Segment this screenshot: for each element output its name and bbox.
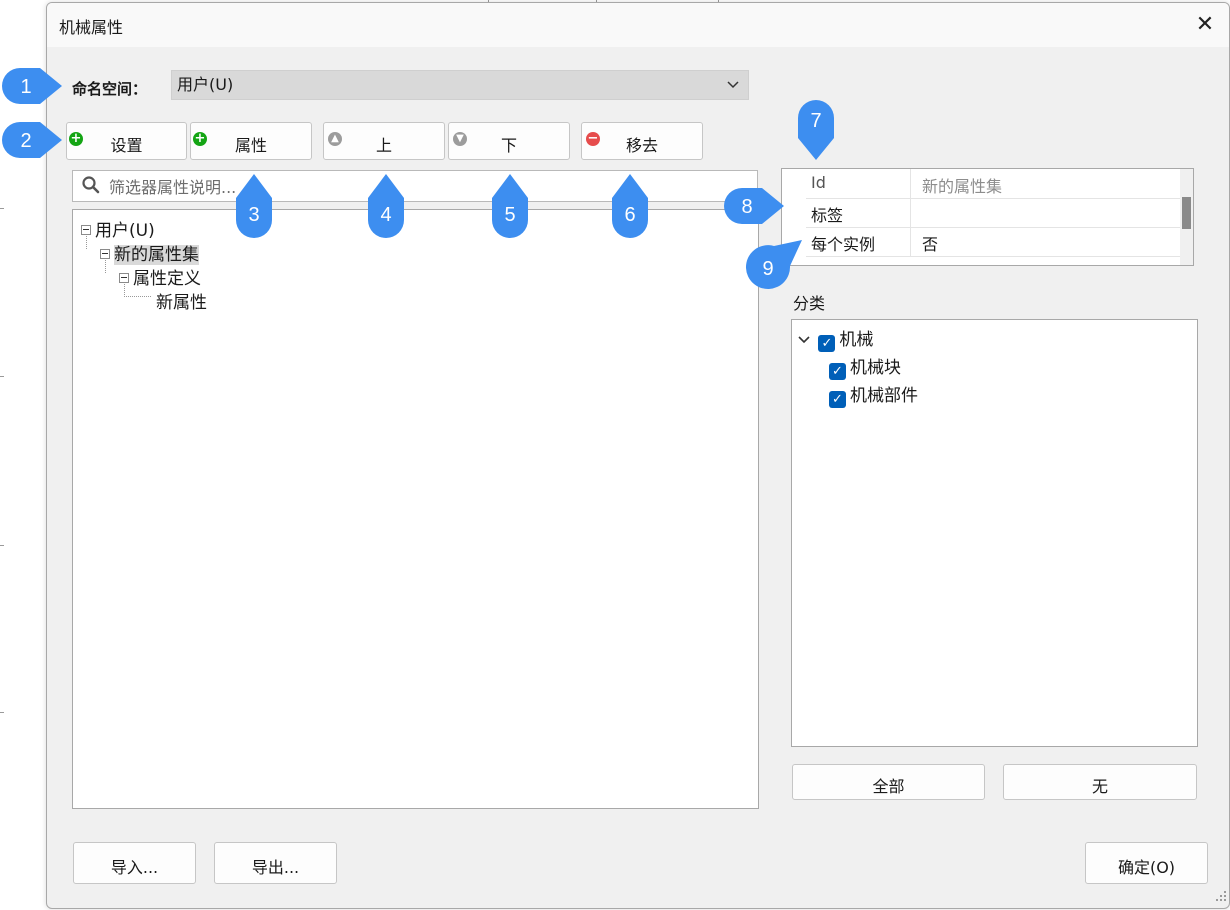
column-divider <box>910 198 911 227</box>
chevron-down-icon <box>726 72 740 108</box>
background-line <box>0 545 4 546</box>
check-icon[interactable]: ✓ <box>818 335 836 352</box>
setup-button-label: 设置 <box>110 136 143 155</box>
tree-node-label: 用户(U) <box>95 221 155 241</box>
check-icon[interactable]: ✓ <box>829 391 846 408</box>
callout-number: 2 <box>20 130 31 152</box>
mechanical-properties-dialog: 机械属性 ✕ 命名空间： 用户(U) + 设置 + 属性 ▲ 上 ▼ 下 − 移… <box>46 2 1230 909</box>
move-up-button-label: 上 <box>375 136 392 155</box>
move-down-button-label: 下 <box>500 136 517 155</box>
check-icon[interactable]: ✓ <box>829 363 846 380</box>
add-property-button[interactable]: + 属性 <box>190 122 312 160</box>
close-icon: ✕ <box>1195 12 1215 37</box>
search-icon <box>81 175 101 199</box>
callout-number: 8 <box>741 196 752 218</box>
select-none-button[interactable]: 无 <box>1003 764 1197 800</box>
dialog-title: 机械属性 <box>59 18 124 37</box>
tree-node-property-set[interactable]: 新的属性集 <box>100 240 199 265</box>
ok-button-label: 确定(O) <box>1117 858 1176 877</box>
setup-button[interactable]: + 设置 <box>66 122 187 160</box>
callout-marker-2: 2 <box>2 122 62 158</box>
select-none-button-label: 无 <box>1091 777 1108 796</box>
export-button[interactable]: 导出... <box>214 842 337 884</box>
tree-node-property-definition[interactable]: 属性定义 <box>119 264 201 289</box>
tree-connector <box>124 296 151 297</box>
background-line <box>0 376 4 377</box>
callout-marker-8: 8 <box>724 188 784 224</box>
column-divider <box>910 227 911 256</box>
resize-grip-icon[interactable] <box>1215 887 1227 906</box>
category-item-mechanical-block[interactable]: ✓ 机械块 <box>829 353 901 380</box>
move-up-button[interactable]: ▲ 上 <box>323 122 445 160</box>
property-key: Id <box>811 173 826 192</box>
tree-node-label: 属性定义 <box>133 269 201 289</box>
property-value: 新的属性集 <box>922 177 1003 196</box>
filter-box <box>72 170 758 202</box>
callout-marker-4: 4 <box>368 174 404 238</box>
import-button[interactable]: 导入... <box>73 842 196 884</box>
property-grid: Id 新的属性集 标签 每个实例 否 <box>781 168 1194 266</box>
property-row-partial <box>806 256 1182 265</box>
collapse-icon[interactable] <box>81 225 91 235</box>
callout-number: 9 <box>762 258 773 280</box>
callout-number: 6 <box>624 204 635 226</box>
property-row-label[interactable]: 标签 <box>806 198 1182 228</box>
callout-marker-6: 6 <box>612 174 648 238</box>
tree-node-label: 新属性 <box>156 293 207 313</box>
title-bar: 机械属性 ✕ <box>47 3 1229 47</box>
category-item-mechanical[interactable]: ✓ 机械 <box>797 325 873 352</box>
column-divider <box>910 169 911 198</box>
select-all-button[interactable]: 全部 <box>792 764 985 800</box>
property-value: 否 <box>922 235 939 254</box>
property-grid-scrollbar[interactable] <box>1180 169 1193 265</box>
add-property-button-label: 属性 <box>234 136 267 155</box>
namespace-value: 用户(U) <box>177 75 234 94</box>
property-tree: 用户(U) 新的属性集 属性定义 新属性 <box>72 209 759 809</box>
property-row-per-instance[interactable]: 每个实例 否 <box>806 227 1182 257</box>
category-item-label: 机械 <box>839 330 874 350</box>
callout-marker-1: 1 <box>2 68 62 104</box>
callout-number: 3 <box>248 204 259 226</box>
select-all-button-label: 全部 <box>872 777 905 796</box>
namespace-dropdown[interactable]: 用户(U) <box>171 70 749 100</box>
callout-marker-9: 9 <box>745 240 802 290</box>
callout-marker-3: 3 <box>236 174 272 238</box>
callout-marker-7: 7 <box>798 100 834 160</box>
tree-node-root[interactable]: 用户(U) <box>81 216 155 241</box>
callout-number: 4 <box>380 204 391 226</box>
tree-node-new-property[interactable]: 新属性 <box>156 288 207 313</box>
remove-button-label: 移去 <box>625 136 658 155</box>
category-list: ✓ 机械 ✓ 机械块 ✓ 机械部件 <box>791 319 1198 747</box>
category-item-label: 机械块 <box>850 358 901 378</box>
scrollbar-thumb[interactable] <box>1182 197 1191 229</box>
property-key: 每个实例 <box>811 235 876 254</box>
chevron-down-icon[interactable] <box>797 332 813 352</box>
remove-button[interactable]: − 移去 <box>581 122 703 160</box>
category-item-label: 机械部件 <box>850 386 918 406</box>
move-down-button[interactable]: ▼ 下 <box>448 122 570 160</box>
category-item-mechanical-part[interactable]: ✓ 机械部件 <box>829 381 918 408</box>
import-button-label: 导入... <box>110 858 159 877</box>
namespace-label: 命名空间： <box>72 80 148 98</box>
background-line <box>0 712 4 713</box>
ok-button[interactable]: 确定(O) <box>1085 842 1208 884</box>
collapse-icon[interactable] <box>119 273 129 283</box>
callout-number: 5 <box>504 204 515 226</box>
collapse-icon[interactable] <box>100 249 110 259</box>
background-line <box>0 208 4 209</box>
tree-node-label: 新的属性集 <box>114 245 199 265</box>
callout-number: 1 <box>20 76 31 98</box>
property-key: 标签 <box>811 206 844 225</box>
property-row-id[interactable]: Id 新的属性集 <box>806 169 1182 199</box>
callout-marker-5: 5 <box>492 174 528 238</box>
category-label: 分类 <box>793 294 826 313</box>
close-button[interactable]: ✕ <box>1193 13 1217 37</box>
export-button-label: 导出... <box>251 858 300 877</box>
callout-number: 7 <box>810 110 821 132</box>
